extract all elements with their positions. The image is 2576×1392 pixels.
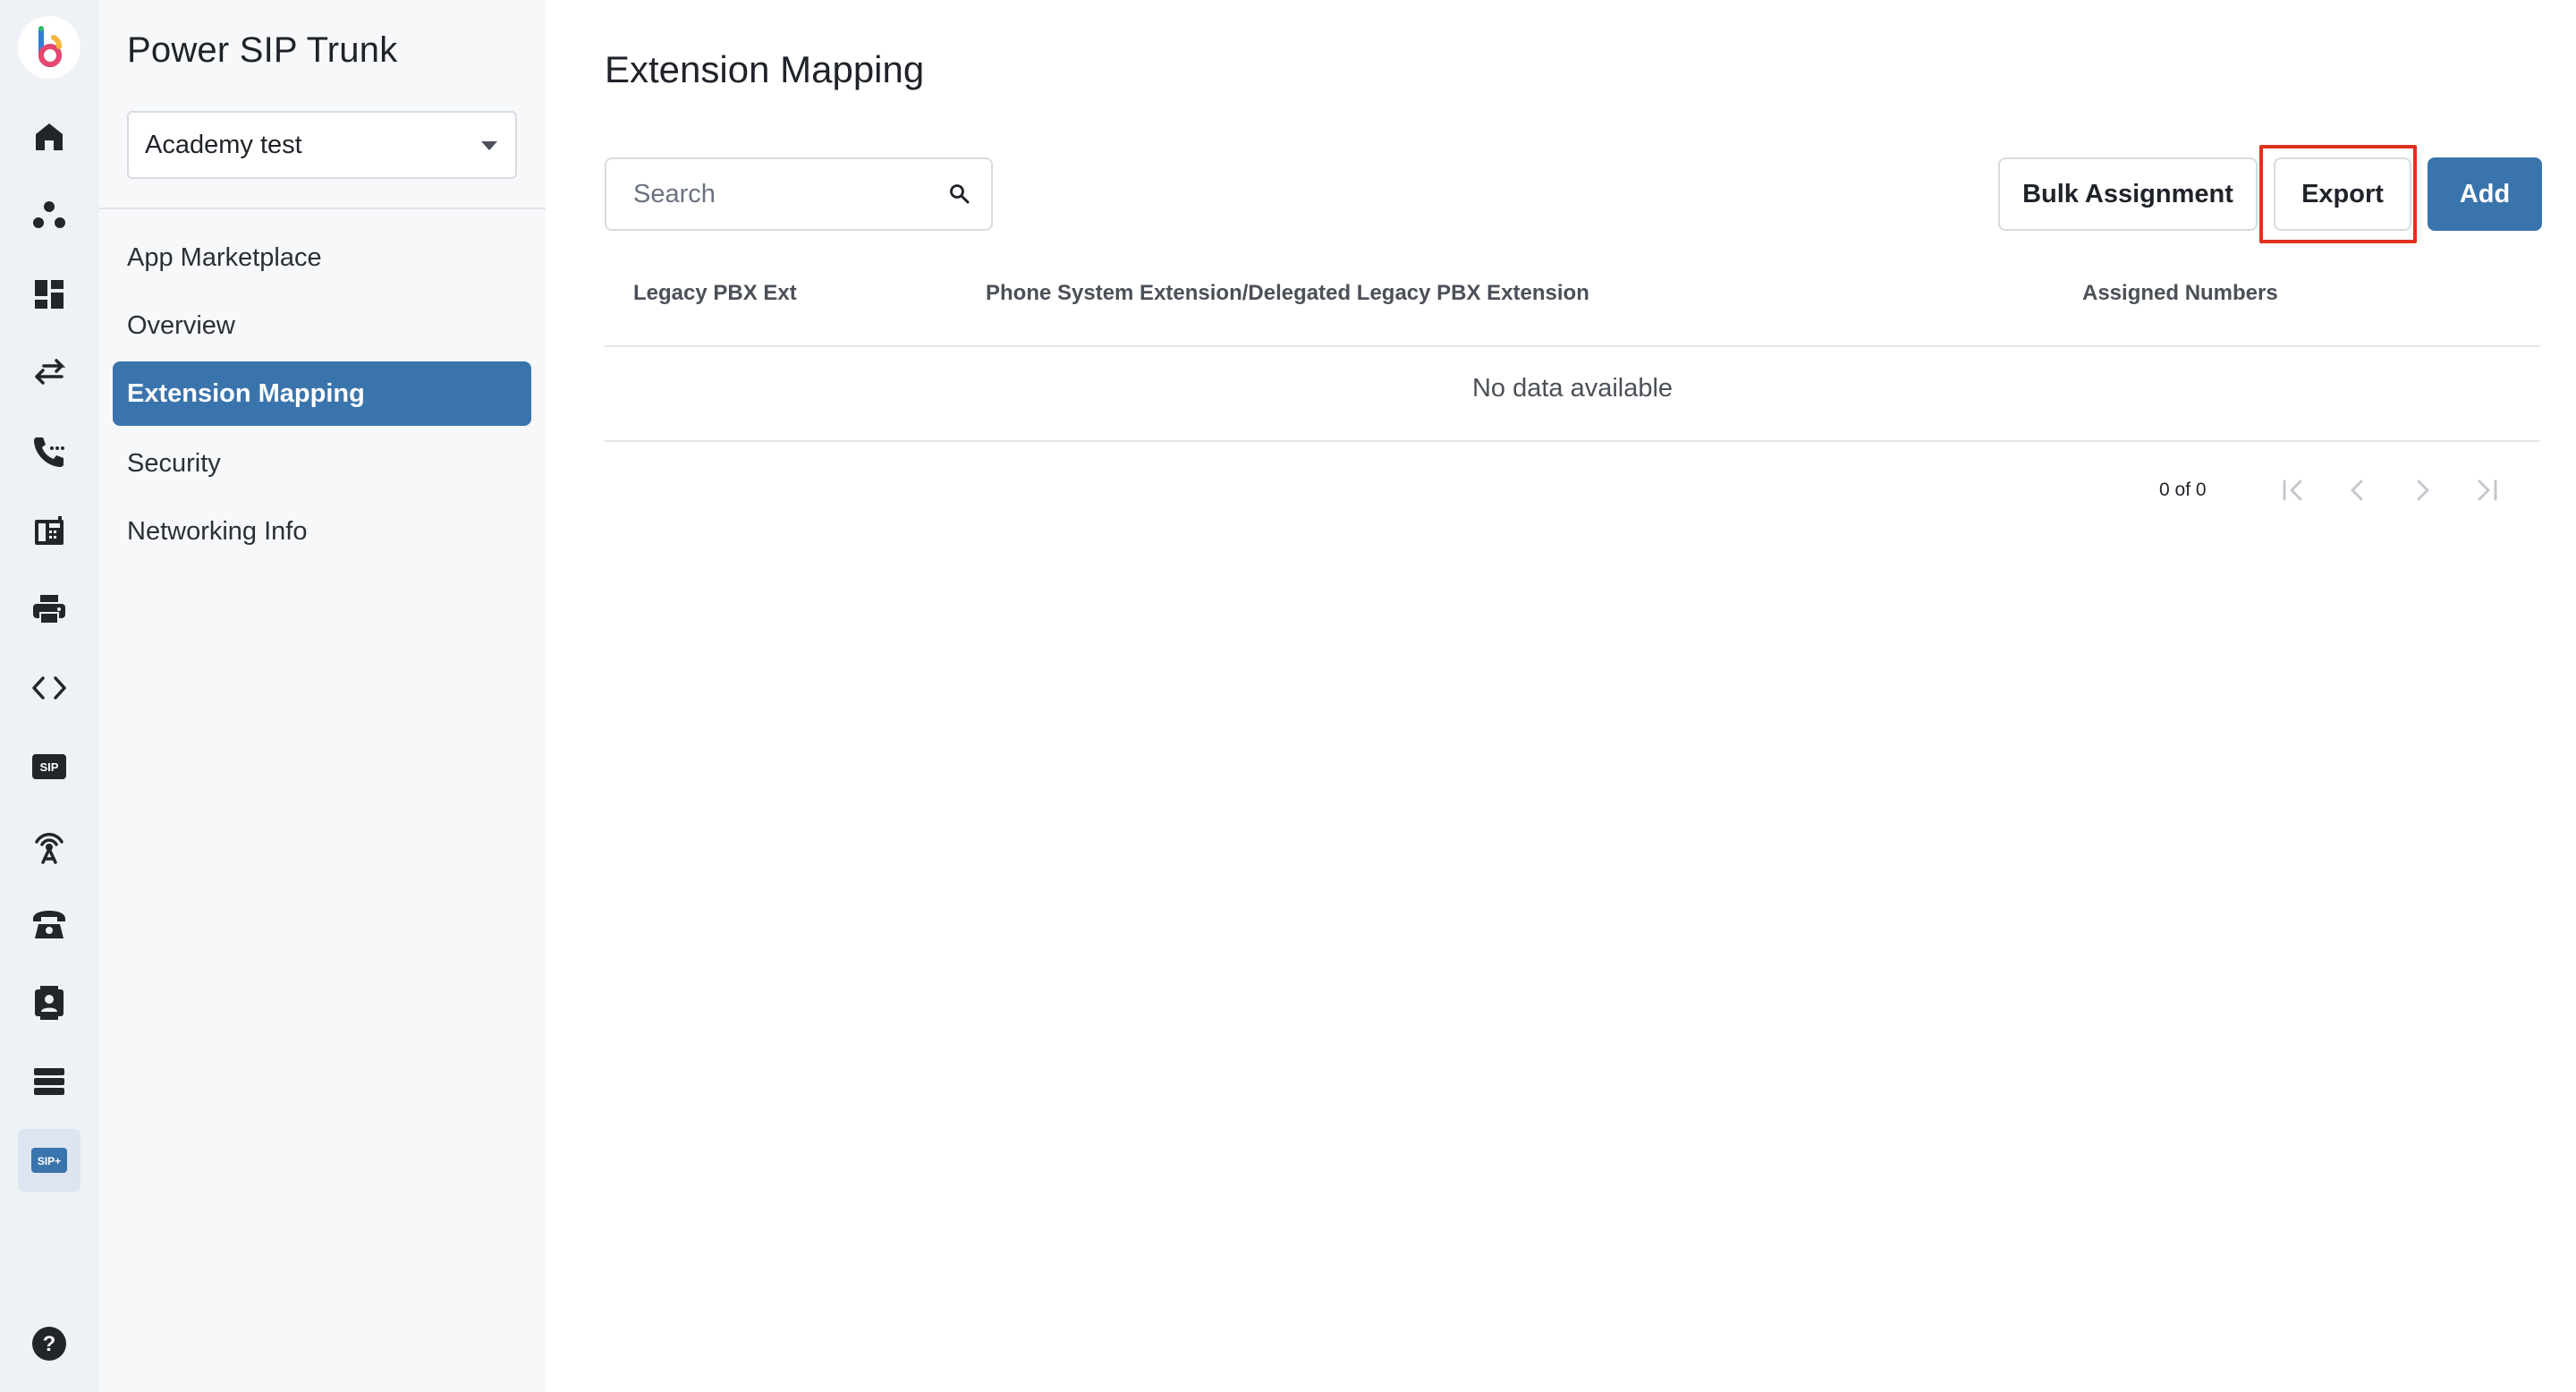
- chevron-left-icon: [2351, 480, 2363, 501]
- printer-icon: [33, 595, 65, 624]
- table-header-divider: [605, 345, 2540, 347]
- server-stack-icon: [34, 1068, 64, 1095]
- rail-printer[interactable]: [18, 578, 80, 641]
- code-icon: [32, 676, 66, 700]
- search-box[interactable]: [605, 157, 993, 231]
- rail-home[interactable]: [18, 106, 80, 168]
- main-content: Extension Mapping Bulk Assignment Export…: [546, 0, 2576, 1392]
- rail-people[interactable]: [18, 184, 80, 247]
- column-header-assigned-numbers[interactable]: Assigned Numbers: [2082, 281, 2278, 306]
- account-select[interactable]: Academy test: [127, 111, 517, 179]
- rail-code[interactable]: [18, 657, 80, 719]
- search-input[interactable]: [633, 159, 928, 229]
- app-logo[interactable]: [18, 16, 80, 79]
- chevron-right-icon: [2417, 480, 2429, 501]
- sip-icon: SIP: [32, 754, 66, 779]
- pagination-range: 0 of 0: [2159, 480, 2207, 500]
- next-page-button[interactable]: [2404, 472, 2440, 508]
- rail-servers[interactable]: [18, 1050, 80, 1113]
- sip-plus-icon: SIP+: [31, 1148, 67, 1173]
- home-icon: [36, 123, 63, 150]
- sidebar-item-security[interactable]: Security: [113, 431, 531, 496]
- sidebar-item-networking-info[interactable]: Networking Info: [113, 499, 531, 564]
- last-page-button[interactable]: [2469, 472, 2504, 508]
- help-glyph: ?: [43, 1332, 56, 1356]
- logo-mark-icon: [38, 26, 62, 67]
- rail-dashboard[interactable]: [18, 263, 80, 326]
- rail-contacts[interactable]: [18, 972, 80, 1034]
- people-icon: [33, 201, 65, 228]
- dashboard-icon: [35, 280, 64, 309]
- column-header-phone-system-extension[interactable]: Phone System Extension/Delegated Legacy …: [986, 281, 1589, 306]
- last-page-icon: [2478, 480, 2497, 501]
- fax-machine-icon: [35, 516, 64, 545]
- rail-desk-phone[interactable]: [18, 893, 80, 955]
- rail-fax[interactable]: [18, 499, 80, 562]
- export-highlight-frame: [2259, 145, 2417, 243]
- sidebar-item-overview[interactable]: Overview: [113, 293, 531, 358]
- rail-antenna[interactable]: [18, 814, 80, 877]
- first-page-button[interactable]: [2275, 472, 2311, 508]
- transfer-arrows-icon: [35, 359, 66, 385]
- column-header-legacy-pbx-ext[interactable]: Legacy PBX Ext: [633, 281, 797, 306]
- bulk-assignment-button[interactable]: Bulk Assignment: [1998, 157, 2258, 231]
- rail-sip[interactable]: SIP: [18, 735, 80, 798]
- caret-down-icon: [481, 141, 497, 150]
- table-bottom-divider: [605, 440, 2540, 442]
- page-title: Extension Mapping: [605, 48, 925, 90]
- help-icon: ?: [32, 1327, 66, 1361]
- app-title: Power SIP Trunk: [127, 30, 398, 70]
- sidebar-item-app-marketplace[interactable]: App Marketplace: [113, 225, 531, 290]
- app-window: SIP SIP+ ? Power SIP Trunk Academy test …: [0, 0, 2576, 1392]
- app-sidebar: Power SIP Trunk Academy test App Marketp…: [98, 0, 546, 1392]
- phone-calls-icon: [34, 437, 64, 467]
- rail-sip-plus[interactable]: SIP+: [18, 1129, 80, 1192]
- contact-card-icon: [35, 986, 64, 1020]
- sip-badge-text: SIP: [40, 760, 59, 774]
- antenna-icon: [35, 833, 64, 864]
- empty-state-message: No data available: [1471, 374, 1674, 403]
- help-button[interactable]: ?: [31, 1326, 67, 1362]
- sidebar-item-extension-mapping[interactable]: Extension Mapping: [113, 361, 531, 426]
- sidebar-divider: [98, 208, 546, 209]
- rail-transfer[interactable]: [18, 342, 80, 404]
- icon-rail: SIP SIP+ ?: [0, 0, 98, 1392]
- add-button[interactable]: Add: [2428, 157, 2542, 231]
- desk-phone-icon: [33, 911, 65, 938]
- rail-phone-calls[interactable]: [18, 420, 80, 483]
- sip-plus-badge-text: SIP+: [38, 1155, 61, 1167]
- account-select-value: Academy test: [145, 131, 302, 159]
- first-page-icon: [2283, 480, 2302, 501]
- previous-page-button[interactable]: [2340, 472, 2376, 508]
- search-icon[interactable]: [948, 182, 971, 206]
